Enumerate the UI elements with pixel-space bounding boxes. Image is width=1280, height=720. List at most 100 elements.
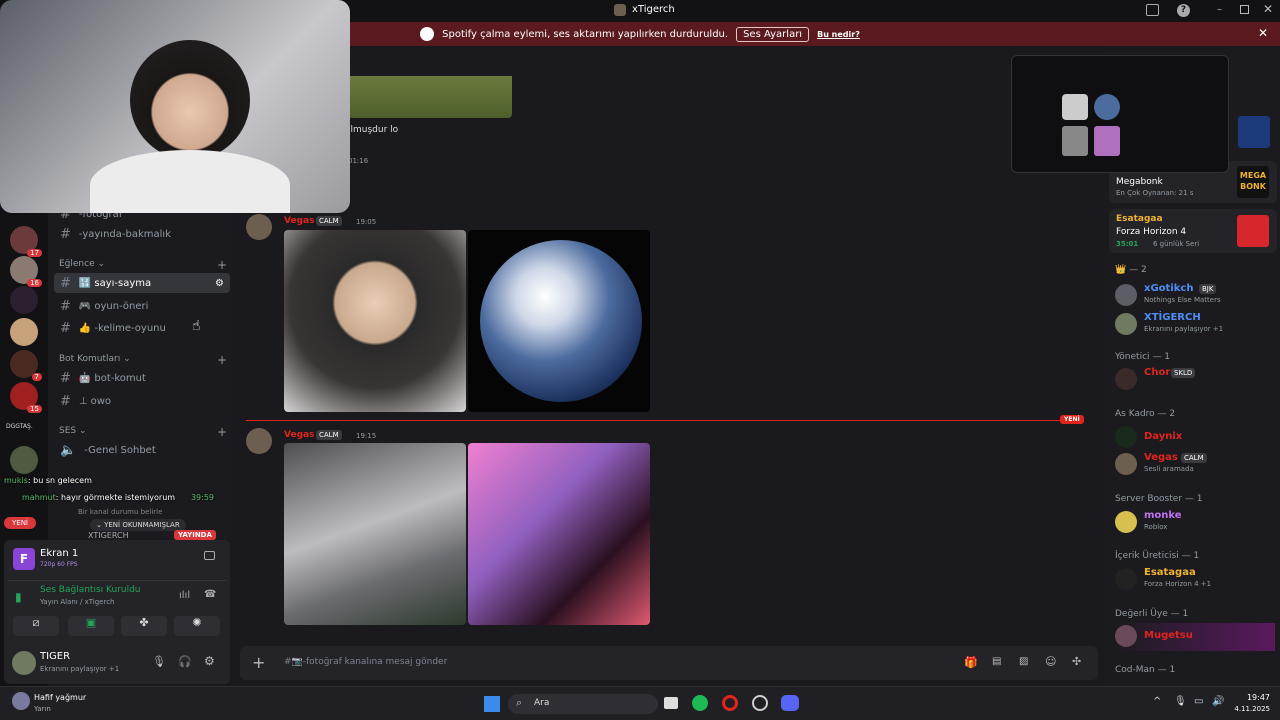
category-ses[interactable]: SES ⌄ +	[59, 425, 227, 439]
category-eglence[interactable]: Eğlence ⌄ +	[59, 258, 227, 272]
weather-icon[interactable]	[12, 692, 30, 710]
task-view-icon[interactable]	[664, 697, 678, 709]
close-banner-icon[interactable]: ✕	[1258, 26, 1268, 40]
server-label[interactable]: DGGTAŞ.	[6, 423, 33, 430]
activity-game: Forza Horizon 4	[1116, 227, 1187, 237]
member-item[interactable]: monke Roblox	[1115, 509, 1275, 537]
divider	[8, 580, 226, 581]
clock-time[interactable]: 19:47	[1238, 693, 1270, 702]
member-item[interactable]: Mugetsu	[1115, 623, 1275, 651]
server-icon[interactable]	[10, 446, 38, 474]
stream-preview[interactable]	[1011, 55, 1229, 173]
message-composer[interactable]: + #📷-fotoğraf kanalına mesaj gönder 🎁 ▤ …	[240, 646, 1098, 680]
server-icon[interactable]: 16	[10, 256, 42, 287]
member-item[interactable]: Vegas CALM Sesli aramada	[1115, 451, 1275, 479]
tray-volume-icon[interactable]: 🔊	[1212, 696, 1224, 707]
sticker-icon[interactable]: ▨	[1019, 656, 1028, 667]
camera-off-button[interactable]: ⧄	[13, 616, 59, 636]
server-tag[interactable]: CALM	[316, 216, 342, 226]
member-item[interactable]: Chor SKLD	[1115, 366, 1275, 394]
live-user[interactable]: XTIGERCH	[88, 531, 129, 540]
channel-kelime-oyunu[interactable]: # 👍 -kelime-oyunu	[54, 318, 230, 338]
member-item[interactable]: XTİGERCH Ekranını paylaşıyor +1	[1115, 311, 1275, 339]
hash-icon: #	[60, 298, 71, 314]
minimize-icon[interactable]: –	[1217, 4, 1222, 15]
avatar[interactable]	[246, 428, 272, 454]
screen-share-button[interactable]: ▣	[68, 616, 114, 636]
headphones-icon[interactable]: 🎧	[178, 655, 192, 668]
photo-attachment[interactable]	[468, 443, 650, 625]
channel-oyun-oneri[interactable]: # 🎮 oyun-öneri	[54, 296, 230, 316]
close-window-icon[interactable]: ✕	[1263, 2, 1273, 16]
category-bot-komutlari[interactable]: Bot Komutları ⌄ +	[59, 353, 227, 367]
member-item[interactable]: xGotikch BJK Nothings Else Matters	[1115, 282, 1275, 310]
add-channel-icon[interactable]: +	[217, 425, 227, 439]
add-channel-icon[interactable]: +	[217, 353, 227, 367]
member-item[interactable]: Esatagaa Forza Horizon 4 +1	[1115, 566, 1275, 594]
disconnect-icon[interactable]: ☎	[204, 589, 216, 600]
tray-mic-icon[interactable]: 🎙	[1174, 696, 1187, 707]
photo-attachment[interactable]	[284, 443, 466, 625]
user-settings-icon[interactable]: ⚙	[204, 654, 215, 668]
group-header: Yönetici — 1	[1115, 352, 1170, 362]
emoji-icon[interactable]: ☺	[1045, 655, 1056, 668]
channel-bot-komut[interactable]: # 🤖 bot-komut	[54, 368, 230, 388]
photo-attachment[interactable]	[468, 230, 650, 412]
activity-card[interactable]: Esatagaa Forza Horizon 4 35:01 6 günlük …	[1109, 209, 1277, 253]
gif-icon[interactable]: ▤	[992, 656, 1001, 667]
what-is-this-link[interactable]: Bu nedir?	[817, 30, 860, 39]
soundboard-button[interactable]: ✺	[174, 616, 220, 636]
server-icon[interactable]: 17	[10, 226, 42, 257]
noise-suppression-icon[interactable]: ılıl	[179, 590, 190, 601]
server-icon[interactable]	[10, 318, 38, 346]
apps-icon[interactable]: ✣	[1072, 655, 1081, 668]
server-icon[interactable]: 15	[10, 382, 42, 413]
gear-icon[interactable]: ⚙	[215, 278, 224, 289]
windows-start-icon[interactable]	[484, 696, 500, 712]
channel-yayinda-bakmalik[interactable]: # -yayında-bakmalık	[54, 224, 230, 244]
stop-stream-icon[interactable]	[204, 551, 215, 560]
tray-chevron-icon[interactable]: ^	[1153, 696, 1161, 707]
message-author[interactable]: Vegas	[284, 216, 314, 226]
channel-status-hint[interactable]: Bir kanal durumu belirle	[78, 508, 162, 516]
channel-owo[interactable]: # ⊥ owo	[54, 391, 230, 411]
message-author[interactable]: Vegas	[284, 430, 314, 440]
inbox-icon[interactable]	[1146, 4, 1159, 16]
avatar[interactable]	[246, 214, 272, 240]
hash-icon: #	[60, 320, 71, 336]
previous-image-attachment[interactable]	[348, 76, 512, 118]
weather-title[interactable]: Hafif yağmur	[34, 693, 86, 702]
hash-icon: #	[60, 226, 71, 242]
discord-taskbar-icon[interactable]	[781, 695, 799, 711]
photo-attachment[interactable]	[284, 230, 466, 412]
message-input[interactable]: #📷-fotoğraf kanalına mesaj gönder	[284, 657, 447, 667]
taskbar-search[interactable]: ⌕ Ara	[508, 694, 658, 714]
server-icon[interactable]: 7	[10, 350, 42, 381]
audio-settings-button[interactable]: Ses Ayarları	[736, 26, 810, 42]
opera-icon[interactable]	[722, 695, 738, 711]
spotify-taskbar-icon[interactable]	[692, 695, 708, 711]
microphone-icon[interactable]: 🎙	[152, 655, 166, 668]
add-attachment-icon[interactable]: +	[252, 653, 265, 672]
steam-icon[interactable]	[752, 695, 768, 711]
voice-channel-name[interactable]: Yayın Alanı / xTigerch	[40, 598, 115, 606]
maximize-icon[interactable]	[1240, 5, 1249, 14]
gift-icon[interactable]: 🎁	[964, 656, 978, 669]
server-icon[interactable]	[10, 286, 38, 314]
channel-sayi-sayma[interactable]: # 🔢 sayı-sayma ⚙	[54, 273, 230, 293]
clock-date[interactable]: 4.11.2025	[1228, 705, 1270, 713]
member-item[interactable]: Daynix	[1115, 424, 1275, 452]
activities-button[interactable]: ✤	[121, 616, 167, 636]
hash-icon: #	[60, 275, 71, 291]
tray-network-icon[interactable]: ▭	[1194, 696, 1203, 707]
voice-channel-genel-sohbet[interactable]: 🔈 -Genel Sohbet	[54, 440, 230, 460]
add-channel-icon[interactable]: +	[217, 258, 227, 272]
voice-status[interactable]: Ses Bağlantısı Kuruldu	[40, 585, 140, 595]
avatar[interactable]	[12, 651, 36, 675]
avatar	[1115, 368, 1137, 390]
server-tag[interactable]: CALM	[316, 430, 342, 440]
user-name[interactable]: TIGER	[40, 651, 70, 662]
new-badge[interactable]: YENİ	[4, 517, 36, 529]
help-icon[interactable]: ?	[1177, 4, 1190, 17]
unread-pill[interactable]: ⌄ YENİ OKUNMAMIŞLAR	[90, 519, 186, 531]
